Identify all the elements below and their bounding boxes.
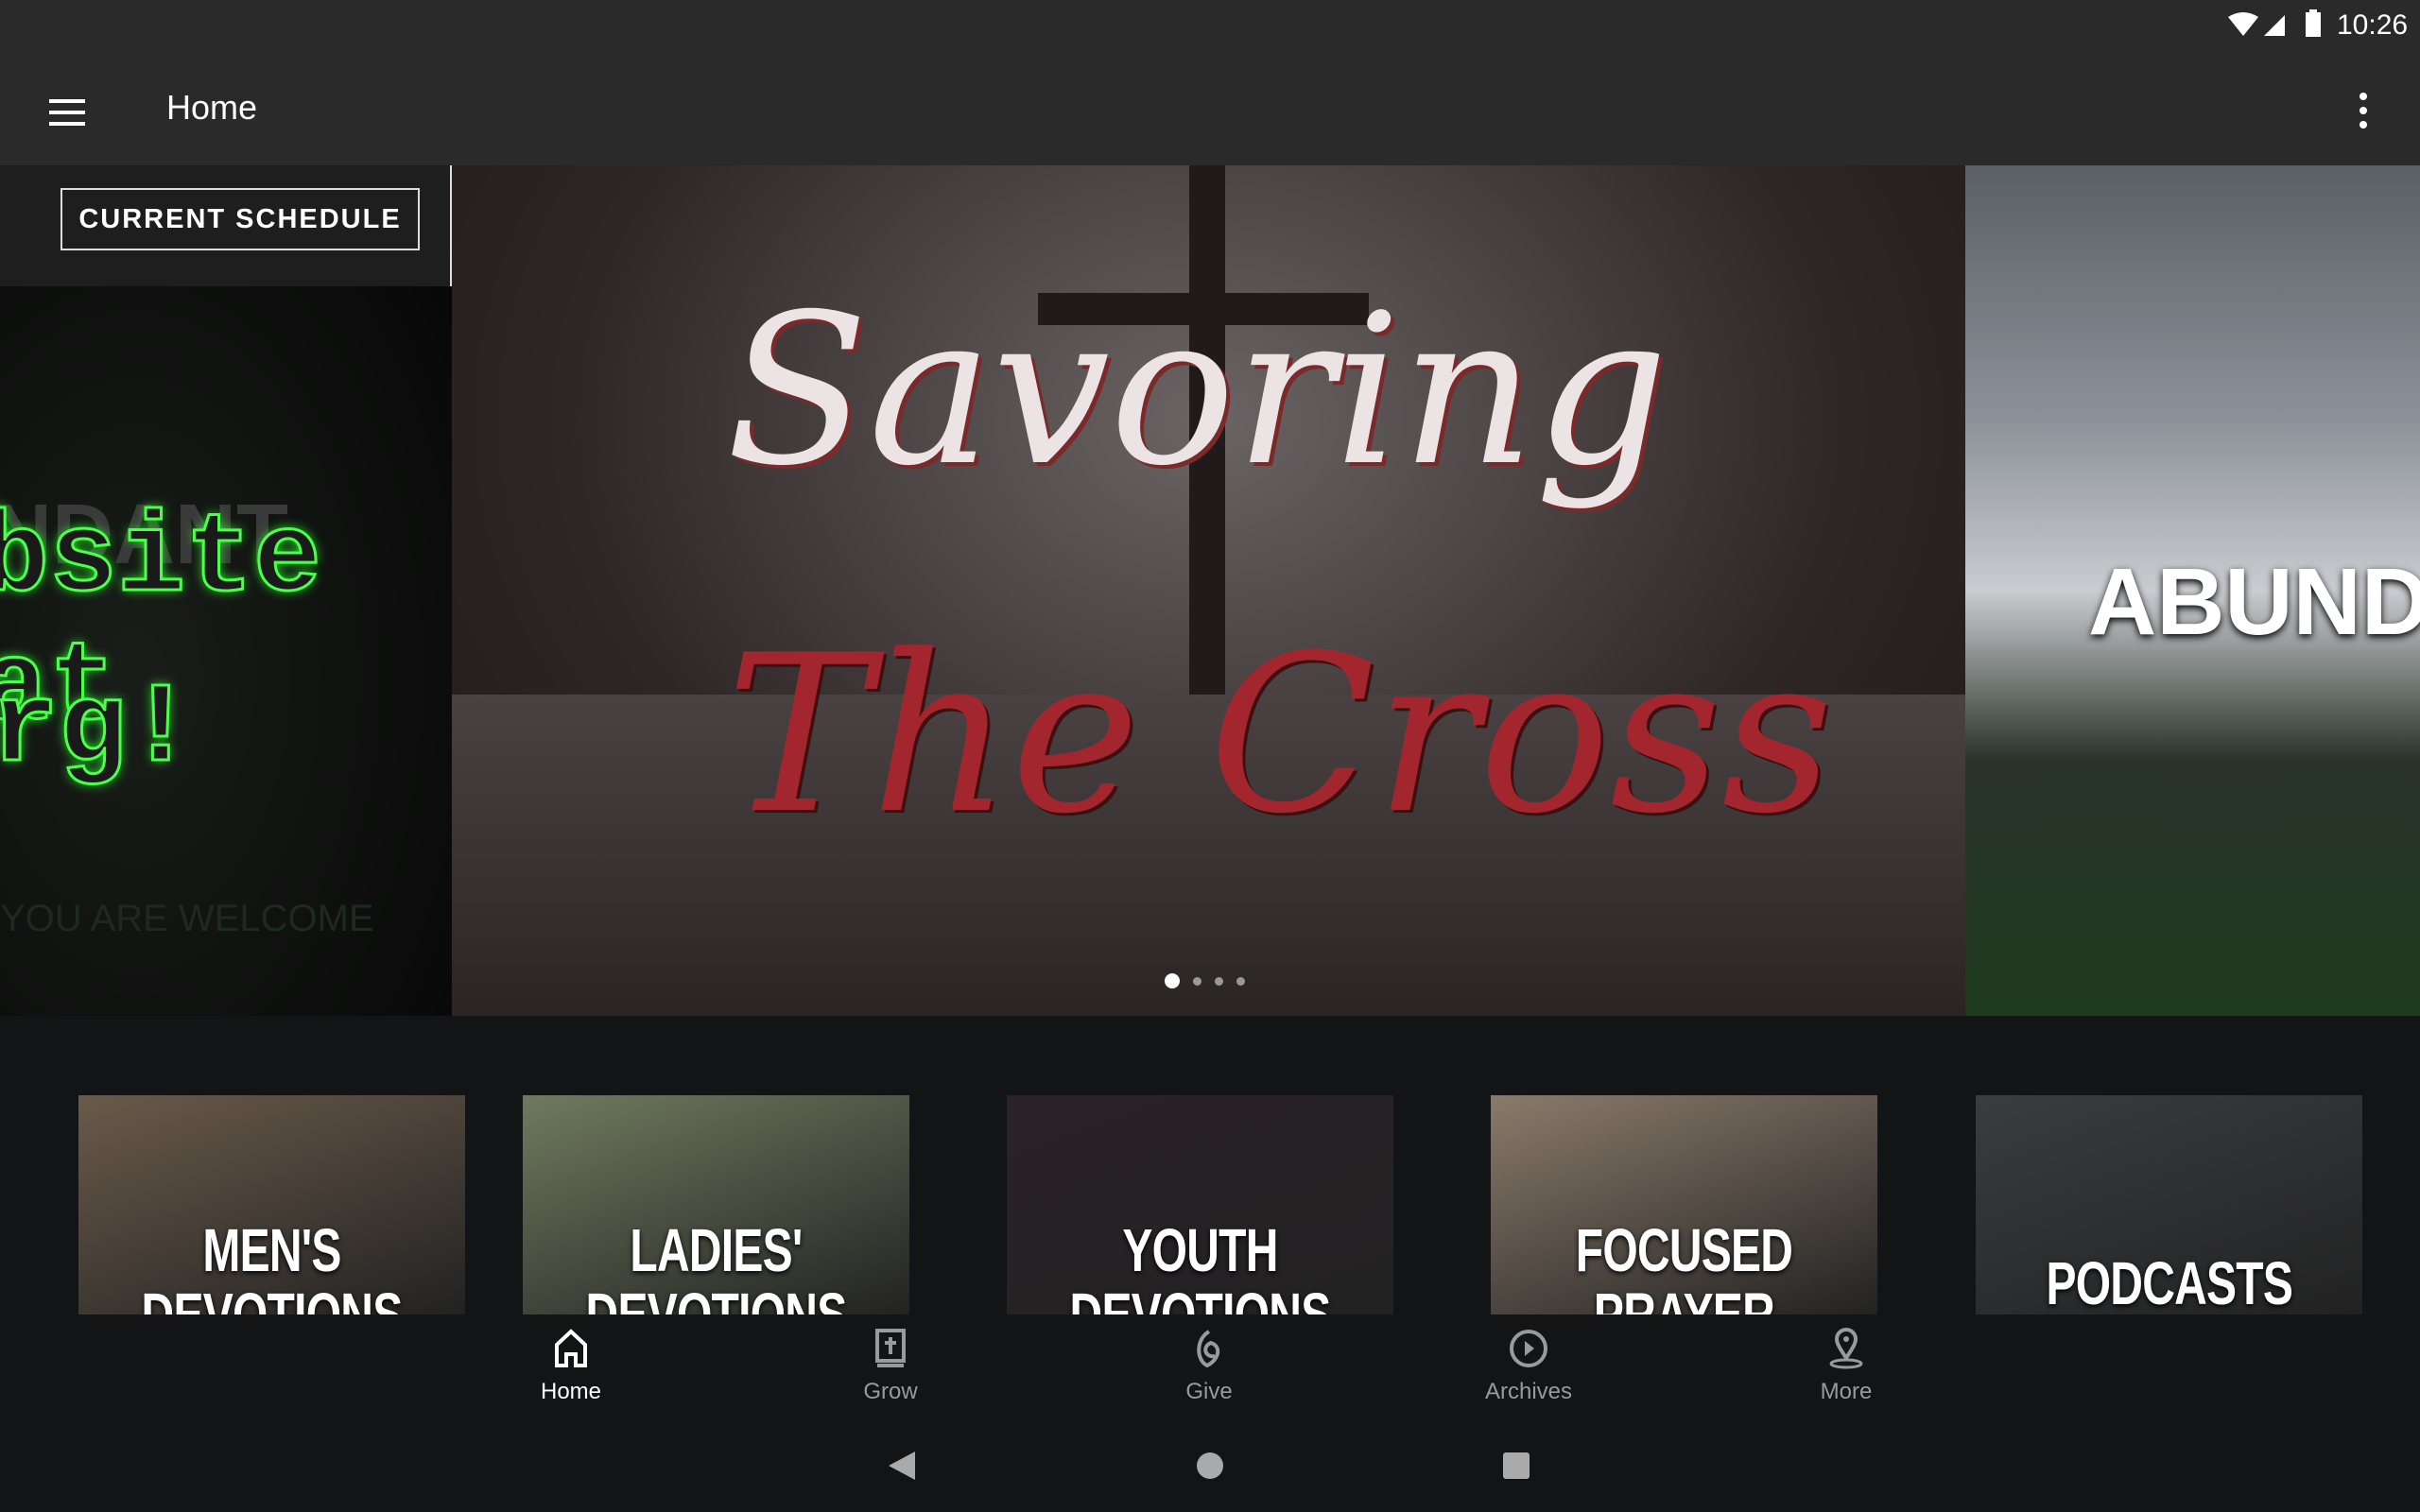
home-icon: [555, 1329, 587, 1367]
app-bar: Home: [0, 61, 2420, 165]
home-circle-icon[interactable]: [1196, 1452, 1224, 1480]
page-dot-active[interactable]: [1165, 973, 1180, 988]
page-dot[interactable]: [1193, 976, 1201, 986]
slide-website[interactable]: NDANT bsite at rg! YOU ARE WELCOME: [0, 165, 452, 1016]
wifi-icon: [2228, 12, 2285, 36]
nav-more[interactable]: More: [1752, 1328, 1941, 1405]
carousel-indicator: [1165, 973, 1245, 988]
slide-abundant[interactable]: ABUND: [1965, 165, 2420, 1016]
page-dot[interactable]: [1236, 976, 1245, 986]
schedule-panel: CURRENT SCHEDULE: [0, 165, 452, 286]
hamburger-icon[interactable]: [49, 94, 87, 131]
battery-icon: [2306, 9, 2321, 37]
tile-focused-prayer[interactable]: FOCUSED PRAYER: [1491, 1095, 1877, 1314]
page-title: Home: [166, 88, 258, 127]
nav-give[interactable]: Give: [1115, 1328, 1304, 1405]
page-dot[interactable]: [1215, 976, 1223, 986]
more-vert-icon[interactable]: [2354, 88, 2373, 135]
bible-icon: [875, 1329, 906, 1367]
play-circle-icon: [1510, 1330, 1547, 1367]
slide-savoring-the-cross[interactable]: Savoring The Cross: [452, 165, 1965, 1016]
status-bar: 10:26: [0, 0, 2420, 61]
tile-ladies-devotions[interactable]: LADIES' DEVOTIONS: [523, 1095, 909, 1314]
nav-home[interactable]: Home: [476, 1328, 666, 1405]
recents-icon[interactable]: [1502, 1452, 1530, 1480]
hero-carousel[interactable]: NDANT bsite at rg! YOU ARE WELCOME CURRE…: [0, 165, 2420, 1016]
location-pin-icon: [1829, 1328, 1863, 1369]
tile-mens-devotions[interactable]: MEN'S DEVOTIONS: [78, 1095, 465, 1314]
current-schedule-button[interactable]: CURRENT SCHEDULE: [60, 188, 420, 250]
nav-grow[interactable]: Grow: [796, 1328, 985, 1405]
back-icon[interactable]: [887, 1450, 919, 1482]
nav-archives[interactable]: Archives: [1434, 1328, 1623, 1405]
clock: 10:26: [2337, 9, 2409, 41]
tile-youth-devotions[interactable]: YOUTH DEVOTIONS: [1007, 1095, 1393, 1314]
give-icon: [1197, 1330, 1220, 1368]
tile-podcasts[interactable]: PODCASTS: [1976, 1095, 2362, 1314]
